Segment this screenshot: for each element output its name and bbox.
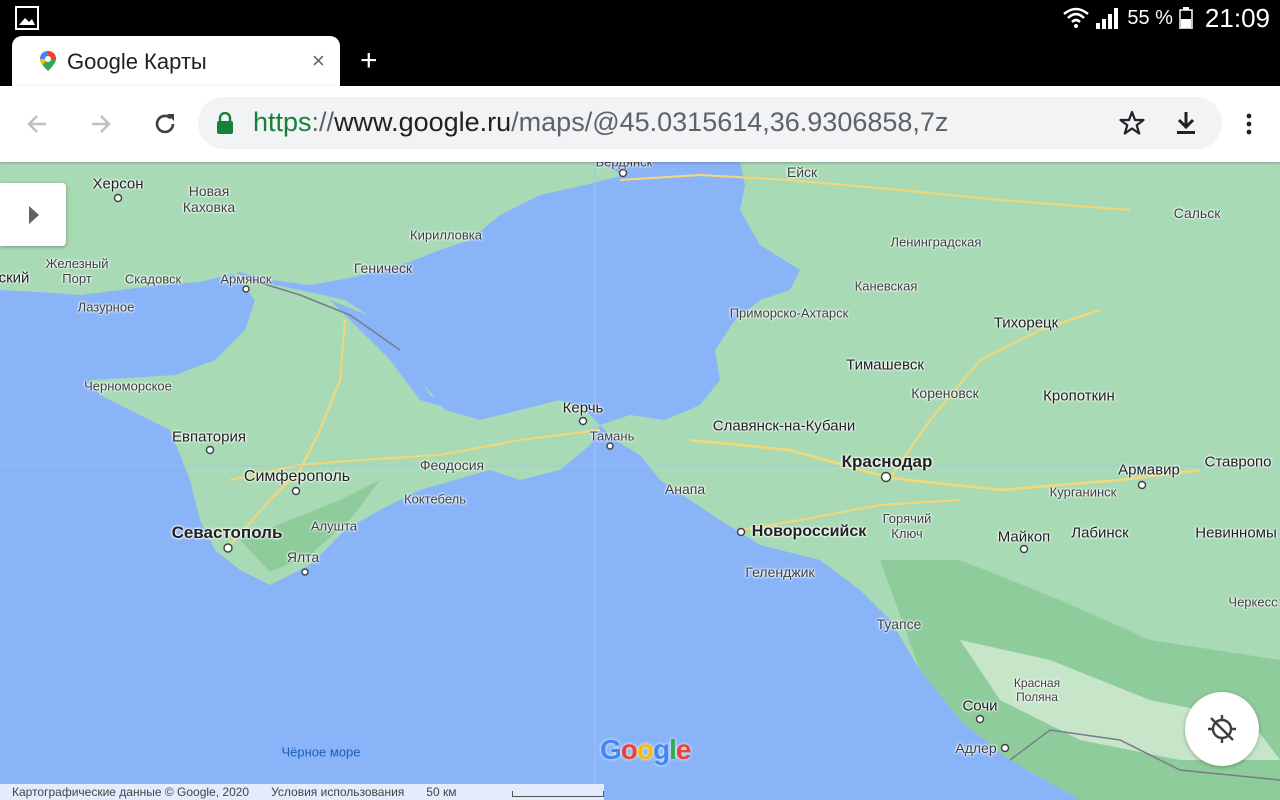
battery-icon bbox=[1179, 7, 1193, 29]
map-label-cherkessk[interactable]: Черкесс bbox=[1228, 595, 1277, 610]
tab-strip: Google Карты × + bbox=[0, 36, 1280, 86]
tab-close-button[interactable]: × bbox=[312, 50, 325, 72]
map-label-gelendzhik[interactable]: Геленджик bbox=[745, 564, 814, 580]
map-label-yalta[interactable]: Ялта bbox=[287, 549, 319, 565]
map-data-credit: Картографические данные © Google, 2020 bbox=[12, 785, 250, 799]
map-label-zhelezny-port[interactable]: Железный Порт bbox=[46, 256, 109, 286]
map-label-tuapse[interactable]: Туапсе bbox=[877, 616, 922, 632]
map-label-adler[interactable]: Адлер bbox=[955, 740, 996, 756]
battery-percent: 55 % bbox=[1127, 6, 1173, 29]
map-label-timashevsk[interactable]: Тимашевск bbox=[846, 357, 924, 374]
more-menu-icon[interactable] bbox=[1238, 111, 1264, 137]
map-label-kanevskaya[interactable]: Каневская bbox=[855, 279, 918, 294]
google-logo: Google bbox=[600, 734, 691, 765]
map-label-nevinnomyssk[interactable]: Невинномы bbox=[1195, 525, 1277, 542]
url-host: www.google.ru bbox=[334, 107, 512, 137]
map-label-black-sea[interactable]: Чёрное море bbox=[281, 745, 360, 760]
map-label-labinsk[interactable]: Лабинск bbox=[1071, 525, 1129, 542]
terms-of-use-link[interactable]: Условия использования bbox=[271, 785, 404, 799]
map-label-armyansk[interactable]: Армянск bbox=[220, 272, 271, 287]
tab-title: Google Карты bbox=[67, 49, 207, 74]
map-label-armavir[interactable]: Армавир bbox=[1118, 462, 1180, 479]
scale-label: 50 км bbox=[426, 785, 457, 799]
map-label-feodosia[interactable]: Феодосия bbox=[420, 457, 484, 473]
map-label-kropotkin[interactable]: Кропоткин bbox=[1043, 388, 1115, 405]
map-label-salsk[interactable]: Сальск bbox=[1174, 205, 1221, 221]
map-label-kirillovka[interactable]: Кирилловка bbox=[410, 228, 482, 243]
map-label-maykop[interactable]: Майкоп bbox=[998, 529, 1051, 546]
url-path: /maps/@45.0315614,36.9306858,7z bbox=[511, 107, 949, 137]
map-label-novaya-kakhovka[interactable]: Новая Каховка bbox=[183, 183, 235, 215]
map-label-stavropol[interactable]: Ставропо bbox=[1205, 454, 1272, 471]
map-label-alushta[interactable]: Алушта bbox=[311, 519, 357, 534]
map-label-koktebel[interactable]: Коктебель bbox=[404, 492, 466, 507]
tab-google-maps[interactable]: Google Карты × bbox=[12, 36, 340, 86]
status-clock: 21:09 bbox=[1204, 2, 1270, 33]
map-label-goryachiy-klyuch[interactable]: Горячий Ключ bbox=[883, 511, 932, 541]
map-label-lazurnoe[interactable]: Лазурное bbox=[78, 300, 135, 315]
map-label-kerch[interactable]: Керчь bbox=[563, 400, 604, 417]
expand-arrow-icon bbox=[29, 206, 39, 224]
map-label-primorsko-akhtarsk[interactable]: Приморско-Ахтарск bbox=[730, 306, 849, 321]
gallery-icon bbox=[15, 6, 39, 30]
map-label-slavyansk[interactable]: Славянск-на-Кубани bbox=[713, 418, 855, 435]
url-separator: :// bbox=[311, 107, 335, 137]
map-label-evpatoria[interactable]: Евпатория bbox=[172, 429, 246, 446]
map-label-sochi[interactable]: Сочи bbox=[962, 698, 997, 715]
browser-toolbar: https://www.google.ru/maps/@45.0315614,3… bbox=[0, 86, 1280, 162]
my-location-button[interactable] bbox=[1185, 692, 1259, 766]
download-icon[interactable] bbox=[1172, 109, 1200, 137]
map-attribution: Картографические данные © Google, 2020 У… bbox=[0, 784, 604, 800]
map-label-novorossiysk[interactable]: Новороссийск bbox=[752, 523, 866, 541]
map-label-kherson[interactable]: Херсон bbox=[93, 176, 144, 193]
map-label-korenovsk[interactable]: Кореновск bbox=[911, 385, 978, 401]
address-bar[interactable]: https://www.google.ru/maps/@45.0315614,3… bbox=[198, 97, 1222, 149]
map-label-taman[interactable]: Тамань bbox=[590, 429, 635, 444]
map-graphic bbox=[0, 162, 1280, 800]
url-scheme: https bbox=[253, 107, 312, 137]
google-maps-favicon-icon bbox=[40, 51, 56, 71]
map-label-skiy[interactable]: ский bbox=[0, 270, 29, 287]
signal-icon bbox=[1096, 8, 1119, 29]
url-text: https://www.google.ru/maps/@45.0315614,3… bbox=[253, 107, 948, 138]
location-disabled-icon bbox=[1208, 715, 1236, 743]
wifi-icon bbox=[1063, 7, 1090, 28]
map-label-leningradskaya[interactable]: Ленинградская bbox=[891, 235, 982, 250]
back-arrow-icon[interactable] bbox=[24, 111, 50, 137]
map-label-krasnaya-polyana[interactable]: Красная Поляна bbox=[1014, 676, 1060, 704]
status-bar: 55 % 21:09 bbox=[0, 0, 1280, 36]
map-label-krasnodar[interactable]: Краснодар bbox=[842, 452, 933, 472]
reload-icon[interactable] bbox=[152, 111, 178, 137]
bookmark-star-icon[interactable] bbox=[1118, 109, 1146, 137]
lock-icon bbox=[217, 112, 233, 134]
map-canvas[interactable]: Херсон Новая Каховка Бердянск Ейск Сальс… bbox=[0, 155, 1280, 800]
map-label-yeysk[interactable]: Ейск bbox=[787, 164, 817, 180]
map-label-skadovsk[interactable]: Скадовск bbox=[125, 272, 181, 287]
map-label-simferopol[interactable]: Симферополь bbox=[244, 468, 350, 486]
scale-bar bbox=[512, 791, 604, 797]
map-label-anapa[interactable]: Анапа bbox=[665, 481, 705, 497]
map-label-genichesk[interactable]: Геническ bbox=[354, 260, 412, 276]
new-tab-button[interactable]: + bbox=[360, 46, 378, 76]
forward-arrow-icon[interactable] bbox=[88, 111, 114, 137]
map-label-tikhoretsk[interactable]: Тихорецк bbox=[994, 315, 1058, 332]
map-label-kurganinsk[interactable]: Курганинск bbox=[1050, 485, 1117, 500]
side-panel-toggle-button[interactable] bbox=[0, 183, 66, 246]
map-label-sevastopol[interactable]: Севастополь bbox=[172, 523, 283, 543]
map-label-chernomorskoe[interactable]: Черноморское bbox=[84, 379, 172, 394]
